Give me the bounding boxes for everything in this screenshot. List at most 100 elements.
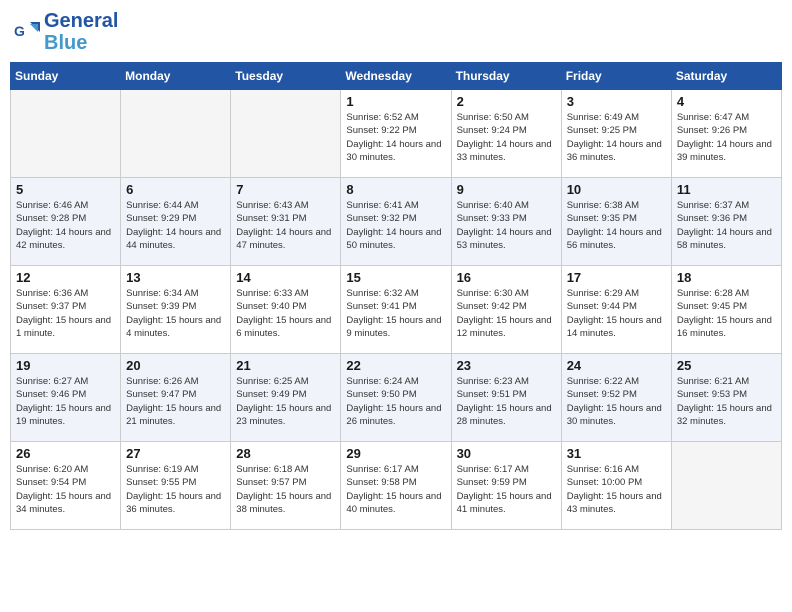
day-info: Sunrise: 6:43 AMSunset: 9:31 PMDaylight:… (236, 199, 335, 252)
day-number: 24 (567, 358, 666, 373)
day-info: Sunrise: 6:44 AMSunset: 9:29 PMDaylight:… (126, 199, 225, 252)
day-info: Sunrise: 6:25 AMSunset: 9:49 PMDaylight:… (236, 375, 335, 428)
day-info: Sunrise: 6:37 AMSunset: 9:36 PMDaylight:… (677, 199, 776, 252)
calendar-cell: 27Sunrise: 6:19 AMSunset: 9:55 PMDayligh… (121, 442, 231, 530)
logo-text: GeneralBlue (44, 10, 118, 54)
day-number: 17 (567, 270, 666, 285)
day-number: 28 (236, 446, 335, 461)
day-number: 13 (126, 270, 225, 285)
day-number: 21 (236, 358, 335, 373)
calendar-cell: 18 Sunrise: 6:28 AMSunset: 9:45 PMDayligh… (671, 266, 781, 354)
calendar-cell: 14 Sunrise: 6:33 AMSunset: 9:40 PMDayligh… (231, 266, 341, 354)
day-number: 31 (567, 446, 666, 461)
day-info: Sunrise: 6:36 AMSunset: 9:37 PMDaylight:… (16, 287, 115, 340)
calendar-cell: 7 Sunrise: 6:43 AMSunset: 9:31 PMDaylight… (231, 178, 341, 266)
calendar-week-row: 26 Sunrise: 6:20 AMSunset: 9:54 PMDayligh… (11, 442, 782, 530)
day-info: Sunrise: 6:50 AMSunset: 9:24 PMDaylight:… (457, 111, 556, 164)
day-number: 22 (346, 358, 445, 373)
day-number: 29 (346, 446, 445, 461)
day-number: 14 (236, 270, 335, 285)
calendar-cell: 20 Sunrise: 6:26 AMSunset: 9:47 PMDayligh… (121, 354, 231, 442)
day-info: Sunrise: 6:38 AMSunset: 9:35 PMDaylight:… (567, 199, 666, 252)
day-number: 5 (16, 182, 115, 197)
day-info: Sunrise: 6:27 AMSunset: 9:46 PMDaylight:… (16, 375, 115, 428)
calendar-table: SundayMondayTuesdayWednesdayThursdayFrid… (10, 62, 782, 530)
calendar-cell: 4 Sunrise: 6:47 AMSunset: 9:26 PMDaylight… (671, 90, 781, 178)
calendar-week-row: 1Sunrise: 6:52 AMSunset: 9:22 PMDaylight… (11, 90, 782, 178)
day-info: Sunrise: 6:47 AMSunset: 9:26 PMDaylight:… (677, 111, 776, 164)
calendar-week-row: 19Sunrise: 6:27 AMSunset: 9:46 PMDayligh… (11, 354, 782, 442)
day-info: Sunrise: 6:20 AMSunset: 9:54 PMDaylight:… (16, 463, 115, 516)
day-number: 10 (567, 182, 666, 197)
day-info: Sunrise: 6:17 AMSunset: 9:59 PMDaylight:… (457, 463, 556, 516)
day-number: 7 (236, 182, 335, 197)
weekday-header: Tuesday (231, 63, 341, 90)
day-number: 1 (346, 94, 445, 109)
day-number: 2 (457, 94, 556, 109)
calendar-cell: 16Sunrise: 6:30 AMSunset: 9:42 PMDayligh… (451, 266, 561, 354)
day-number: 12 (16, 270, 115, 285)
calendar-cell (671, 442, 781, 530)
calendar-cell: 17 Sunrise: 6:29 AMSunset: 9:44 PMDayligh… (561, 266, 671, 354)
calendar-cell: 1Sunrise: 6:52 AMSunset: 9:22 PMDaylight… (341, 90, 451, 178)
calendar-cell: 11Sunrise: 6:37 AMSunset: 9:36 PMDayligh… (671, 178, 781, 266)
page-header: G GeneralBlue (10, 10, 782, 54)
calendar-cell: 3 Sunrise: 6:49 AMSunset: 9:25 PMDaylight… (561, 90, 671, 178)
day-number: 20 (126, 358, 225, 373)
calendar-cell (231, 90, 341, 178)
calendar-cell: 9 Sunrise: 6:40 AMSunset: 9:33 PMDaylight… (451, 178, 561, 266)
calendar-cell: 2 Sunrise: 6:50 AMSunset: 9:24 PMDaylight… (451, 90, 561, 178)
day-number: 15 (346, 270, 445, 285)
day-info: Sunrise: 6:24 AMSunset: 9:50 PMDaylight:… (346, 375, 445, 428)
day-info: Sunrise: 6:28 AMSunset: 9:45 PMDaylight:… (677, 287, 776, 340)
day-number: 9 (457, 182, 556, 197)
day-info: Sunrise: 6:32 AMSunset: 9:41 PMDaylight:… (346, 287, 445, 340)
day-info: Sunrise: 6:29 AMSunset: 9:44 PMDaylight:… (567, 287, 666, 340)
calendar-cell: 31 Sunrise: 6:16 AMSunset: 10:00 PMDaylig… (561, 442, 671, 530)
day-info: Sunrise: 6:22 AMSunset: 9:52 PMDaylight:… (567, 375, 666, 428)
weekday-header: Thursday (451, 63, 561, 90)
calendar-cell: 8Sunrise: 6:41 AMSunset: 9:32 PMDaylight… (341, 178, 451, 266)
weekday-header: Saturday (671, 63, 781, 90)
day-info: Sunrise: 6:49 AMSunset: 9:25 PMDaylight:… (567, 111, 666, 164)
calendar-cell: 19Sunrise: 6:27 AMSunset: 9:46 PMDayligh… (11, 354, 121, 442)
calendar-cell: 30Sunrise: 6:17 AMSunset: 9:59 PMDayligh… (451, 442, 561, 530)
day-info: Sunrise: 6:16 AMSunset: 10:00 PMDaylight… (567, 463, 666, 516)
day-number: 6 (126, 182, 225, 197)
day-info: Sunrise: 6:40 AMSunset: 9:33 PMDaylight:… (457, 199, 556, 252)
day-info: Sunrise: 6:34 AMSunset: 9:39 PMDaylight:… (126, 287, 225, 340)
calendar-body: 1Sunrise: 6:52 AMSunset: 9:22 PMDaylight… (11, 90, 782, 530)
calendar-cell: 23 Sunrise: 6:23 AMSunset: 9:51 PMDayligh… (451, 354, 561, 442)
calendar-cell (121, 90, 231, 178)
logo: G GeneralBlue (14, 10, 118, 54)
calendar-week-row: 12 Sunrise: 6:36 AMSunset: 9:37 PMDayligh… (11, 266, 782, 354)
day-number: 27 (126, 446, 225, 461)
calendar-cell: 6 Sunrise: 6:44 AMSunset: 9:29 PMDaylight… (121, 178, 231, 266)
calendar-cell: 15 Sunrise: 6:32 AMSunset: 9:41 PMDayligh… (341, 266, 451, 354)
calendar-cell: 22 Sunrise: 6:24 AMSunset: 9:50 PMDayligh… (341, 354, 451, 442)
calendar-cell: 29 Sunrise: 6:17 AMSunset: 9:58 PMDayligh… (341, 442, 451, 530)
day-number: 8 (346, 182, 445, 197)
day-number: 25 (677, 358, 776, 373)
calendar-cell: 28Sunrise: 6:18 AMSunset: 9:57 PMDayligh… (231, 442, 341, 530)
weekday-header: Wednesday (341, 63, 451, 90)
day-info: Sunrise: 6:26 AMSunset: 9:47 PMDaylight:… (126, 375, 225, 428)
calendar-cell (11, 90, 121, 178)
day-info: Sunrise: 6:17 AMSunset: 9:58 PMDaylight:… (346, 463, 445, 516)
day-number: 26 (16, 446, 115, 461)
day-number: 18 (677, 270, 776, 285)
day-number: 23 (457, 358, 556, 373)
weekday-header: Friday (561, 63, 671, 90)
day-info: Sunrise: 6:33 AMSunset: 9:40 PMDaylight:… (236, 287, 335, 340)
calendar-cell: 10 Sunrise: 6:38 AMSunset: 9:35 PMDayligh… (561, 178, 671, 266)
day-info: Sunrise: 6:23 AMSunset: 9:51 PMDaylight:… (457, 375, 556, 428)
calendar-cell: 5Sunrise: 6:46 AMSunset: 9:28 PMDaylight… (11, 178, 121, 266)
day-info: Sunrise: 6:21 AMSunset: 9:53 PMDaylight:… (677, 375, 776, 428)
weekday-header: Monday (121, 63, 231, 90)
calendar-cell: 26 Sunrise: 6:20 AMSunset: 9:54 PMDayligh… (11, 442, 121, 530)
weekday-header: Sunday (11, 63, 121, 90)
calendar-week-row: 5Sunrise: 6:46 AMSunset: 9:28 PMDaylight… (11, 178, 782, 266)
day-number: 3 (567, 94, 666, 109)
calendar-cell: 21 Sunrise: 6:25 AMSunset: 9:49 PMDayligh… (231, 354, 341, 442)
day-number: 4 (677, 94, 776, 109)
